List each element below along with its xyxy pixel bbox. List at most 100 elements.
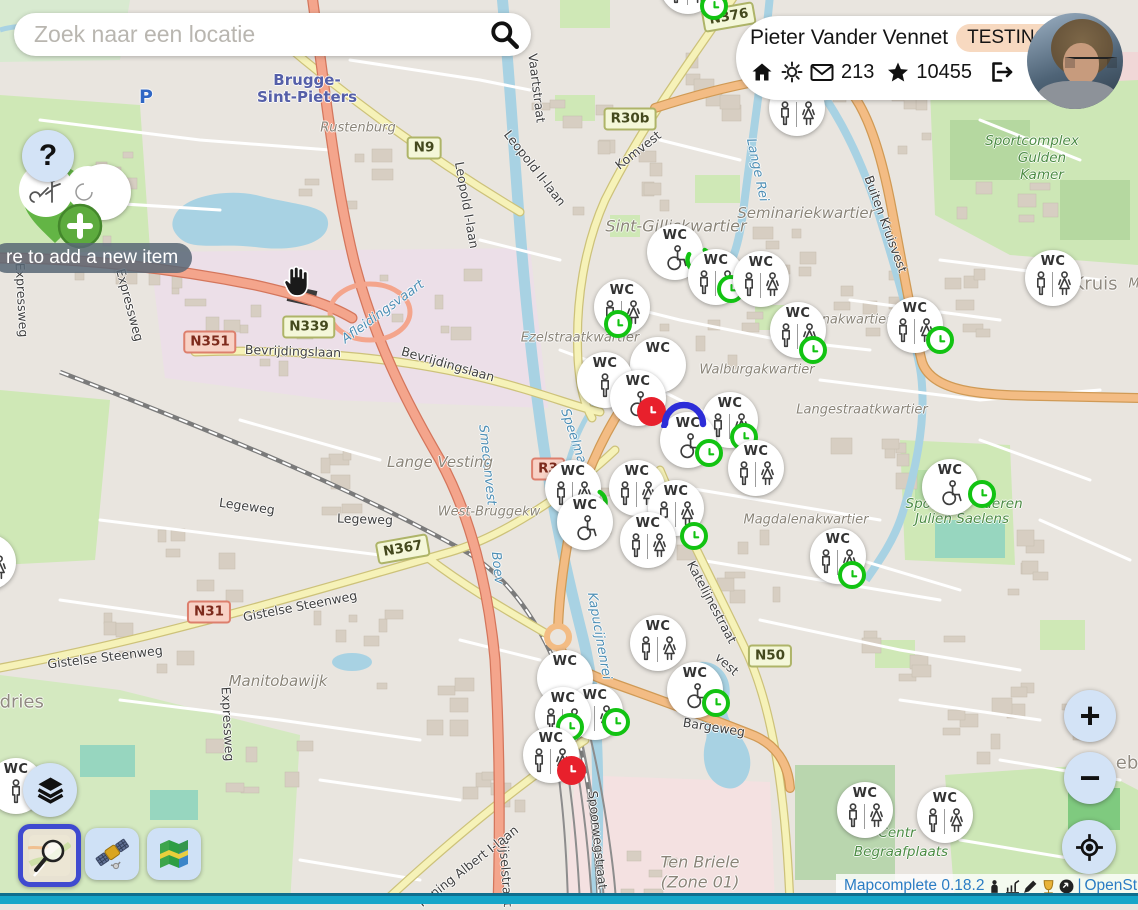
toilet-marker-wheelchair[interactable]: WC: [610, 370, 666, 426]
logout-icon[interactable]: [989, 60, 1014, 84]
toilet-marker-wheelchair[interactable]: WC: [667, 662, 723, 718]
wc-label: WC: [625, 465, 650, 479]
wc-label: WC: [786, 307, 811, 321]
male-female-icon: [628, 531, 668, 561]
zoom-in-button[interactable]: +: [1064, 690, 1116, 742]
toilet-marker-mf[interactable]: WC: [620, 512, 676, 568]
basemap-style-map-button[interactable]: [147, 828, 201, 880]
wc-label: WC: [573, 499, 598, 513]
wc-label: WC: [683, 667, 708, 681]
opening-hours-badge: [968, 480, 996, 508]
wc-label: WC: [676, 417, 701, 431]
gear-icon[interactable]: [781, 61, 803, 83]
toilet-marker-wheelchair[interactable]: WC: [557, 494, 613, 550]
world-map-icon: [156, 837, 192, 871]
wc-label: WC: [626, 375, 651, 389]
wc-label: WC: [610, 284, 635, 298]
toilet-marker-mf[interactable]: WC: [837, 782, 893, 838]
opening-hours-badge: [680, 522, 708, 550]
chart-icon[interactable]: [1005, 879, 1020, 894]
wc-label: WC: [4, 763, 29, 777]
wc-label: WC: [749, 256, 774, 270]
toilet-marker-mf[interactable]: WC: [887, 297, 943, 353]
geolocate-icon: [1074, 832, 1105, 863]
toilet-marker-wheelchair[interactable]: WC: [922, 459, 978, 515]
search-bar[interactable]: [14, 13, 531, 56]
opening-hours-badge: [604, 310, 632, 338]
opening-hours-badge: [926, 326, 954, 354]
male-female-icon: [845, 801, 885, 831]
avatar-glasses: [1065, 57, 1117, 68]
trophy-icon[interactable]: [1041, 879, 1056, 894]
search-icon[interactable]: [489, 19, 521, 51]
toilet-marker-mf[interactable]: WC: [594, 279, 650, 335]
wc-label: WC: [938, 464, 963, 478]
star-icon[interactable]: [887, 62, 909, 83]
male-female-icon: [777, 99, 817, 129]
zoom-out-button[interactable]: −: [1064, 752, 1116, 804]
toilet-marker-mf[interactable]: WC: [770, 302, 826, 358]
wc-label: WC: [744, 445, 769, 459]
wc-label: WC: [646, 620, 671, 634]
opening-hours-badge: [702, 689, 730, 717]
wc-label: WC: [561, 465, 586, 479]
male-female-icon: [0, 553, 8, 583]
wc-label: WC: [539, 732, 564, 746]
messages-count: 213: [841, 61, 874, 84]
wc-label: WC: [704, 254, 729, 268]
community-icon[interactable]: [1059, 879, 1074, 894]
wc-label: WC: [903, 302, 928, 316]
geolocate-button[interactable]: [1062, 820, 1116, 874]
wc-label: WC: [636, 517, 661, 531]
wc-label: WC: [593, 357, 618, 371]
toilet-marker-mf[interactable]: WC: [630, 615, 686, 671]
toilet-marker-mf[interactable]: WC: [660, 0, 716, 14]
avatar-coat: [1037, 81, 1117, 109]
home-icon[interactable]: [750, 61, 774, 83]
wc-label: WC: [553, 655, 578, 669]
layers-button[interactable]: [23, 763, 77, 817]
toilet-marker-mf[interactable]: WC: [728, 440, 784, 496]
toilet-marker-mf[interactable]: WC: [917, 787, 973, 843]
wc-label: WC: [718, 397, 743, 411]
search-input[interactable]: [32, 20, 489, 49]
wc-label: WC: [826, 533, 851, 547]
wc-label: WC: [1041, 255, 1066, 269]
basemap-style-osm-button[interactable]: [18, 824, 81, 887]
toilet-marker-mf[interactable]: WC: [810, 528, 866, 584]
satellite-icon: [93, 836, 131, 872]
opening-hours-badge: [695, 439, 723, 467]
osm-map-icon: [28, 834, 71, 877]
toilet-marker-mf[interactable]: WC: [0, 534, 16, 590]
wheelchair-icon: [572, 513, 599, 543]
male-female-icon: [741, 270, 781, 300]
user-name: Pieter Vander Vennet: [750, 26, 948, 50]
wheelchair-icon: [937, 478, 964, 508]
basemap-style-satellite-button[interactable]: [85, 828, 139, 880]
toilet-marker-mf[interactable]: WC: [523, 727, 579, 783]
toilet-marker-mf[interactable]: WC: [733, 251, 789, 307]
male-female-icon: [736, 459, 776, 489]
add-item-tooltip: re to add a new item: [0, 243, 192, 273]
closed-clock-badge: [557, 756, 586, 785]
wc-label: WC: [646, 342, 671, 356]
hand-cursor-icon: [279, 262, 315, 300]
pencil-icon[interactable]: [1023, 879, 1038, 894]
avatar[interactable]: [1027, 13, 1123, 109]
poi-markers: WC WC WC WC WC WC WC WC WC WC WC WC WC WC WC WC WC WC WC WC…: [0, 0, 1138, 904]
opening-hours-badge: [700, 0, 728, 20]
bottom-accent-bar: [0, 896, 1138, 904]
male-female-icon: [638, 634, 678, 664]
wheelchair-icon: [625, 389, 652, 419]
male-female-icon: [1033, 269, 1073, 299]
opening-hours-badge: [838, 561, 866, 589]
wc-label: WC: [551, 692, 576, 706]
wc-label: WC: [664, 485, 689, 499]
toilet-marker-mf[interactable]: WC: [1025, 250, 1081, 306]
help-button[interactable]: ?: [22, 130, 74, 182]
mapcomplete-app: { "app": {"name": "Mapcomplete", "versio…: [0, 0, 1138, 904]
male-icon: [8, 777, 24, 807]
messages-icon[interactable]: [810, 62, 834, 83]
statistics-person-icon[interactable]: [987, 879, 1002, 894]
toilet-marker-wheelchair[interactable]: WC: [660, 412, 716, 468]
